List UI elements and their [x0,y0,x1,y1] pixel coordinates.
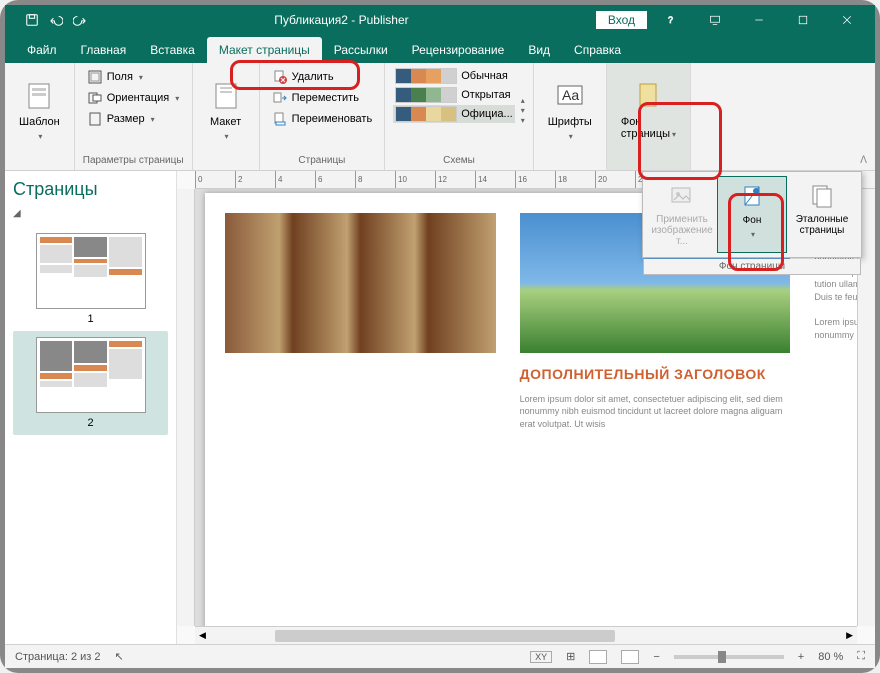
template-button[interactable]: Шаблон▾ [13,67,66,153]
menu-home[interactable]: Главная [69,37,139,63]
move-page-button[interactable]: Переместить [268,88,377,108]
view-single-icon[interactable] [589,650,607,664]
ruler-vertical [177,189,195,626]
page-indicator[interactable]: Страница: 2 из 2 [15,651,101,663]
menu-insert[interactable]: Вставка [138,37,207,63]
page-navigation-pane: Страницы ◢ 1 2 [5,171,177,644]
layout-button[interactable]: Макет▾ [201,67,251,153]
body-text-1: Lorem ipsum dolor sit amet, consectetuer… [520,393,791,431]
ribbon: Шаблон▾ Поля▾ Ориентация▾ Размер▾ Параме… [5,63,875,171]
coords-icon: XY [530,651,552,663]
help-icon[interactable]: ? [651,6,691,34]
scheme-open[interactable]: Открытая [393,86,514,104]
scheme-normal[interactable]: Обычная [393,67,514,85]
menu-file[interactable]: Файл [15,37,69,63]
window-title: Публикация2 - Publisher [87,13,596,27]
scrollbar-horizontal[interactable]: ◀▶ [195,626,857,644]
scheme-scroll-up-icon[interactable]: ▴ [521,96,525,105]
zoom-in-icon[interactable]: + [798,651,804,663]
canvas-area: 02468101214161820222426 ДОПОЛНИТЕЛЬНЫЙ З… [177,171,875,644]
view-spread-icon[interactable] [621,650,639,664]
minimize-icon[interactable] [739,6,779,34]
collapse-ribbon-icon[interactable]: ᐱ [860,155,867,166]
scheme-official[interactable]: Официа... [393,105,514,123]
schemes-group-label: Схемы [393,153,525,168]
titlebar: Публикация2 - Publisher Вход ? [5,5,875,35]
menu-review[interactable]: Рецензирование [400,37,517,63]
zoom-slider[interactable] [674,655,784,659]
size-icon: ⊞ [566,650,575,663]
save-icon[interactable] [25,13,39,27]
template-label: Шаблон [19,116,60,128]
zoom-out-icon[interactable]: − [653,651,659,663]
master-pages-button[interactable]: Эталонные страницы [787,176,857,253]
margins-button[interactable]: Поля▾ [83,67,183,87]
redo-icon[interactable] [73,13,87,27]
workspace: Страницы ◢ 1 2 02468101214161820222426 [5,171,875,644]
menubar: Файл Главная Вставка Макет страницы Расс… [5,35,875,63]
page-thumb-1[interactable]: 1 [13,227,168,331]
heading-1: ДОПОЛНИТЕЛЬНЫЙ ЗАГОЛОВОК [520,365,791,385]
undo-icon[interactable] [49,13,63,27]
pages-group-label: Страницы [268,153,377,168]
login-button[interactable]: Вход [596,11,647,29]
nav-collapse-icon[interactable]: ◢ [13,208,168,219]
fonts-button[interactable]: Aa Шрифты▾ [542,67,598,153]
apply-image-button: Применить изображение т... [647,176,717,253]
menu-help[interactable]: Справка [562,37,633,63]
cursor-icon: ↖ [115,650,124,663]
app-window: Публикация2 - Publisher Вход ? Файл Глав… [5,5,875,668]
svg-text:?: ? [668,15,673,25]
nav-title: Страницы [13,179,168,200]
close-icon[interactable] [827,6,867,34]
page-params-label: Параметры страницы [83,153,184,168]
delete-page-button[interactable]: Удалить [268,67,377,87]
page-background-button[interactable]: Фонстраницы▾ [615,67,682,153]
scheme-scroll-down-icon[interactable]: ▾ [521,106,525,115]
ribbon-options-icon[interactable] [695,6,735,34]
dropdown-footer: Фон страницы [643,259,861,275]
background-button[interactable]: Фон▾ [717,176,787,253]
body-text-3: Lorem ipsum dolor sit amet, consectetuer… [814,316,857,341]
scheme-more-icon[interactable]: ▾ [521,116,525,125]
zoom-level[interactable]: 80 % [818,651,843,663]
menu-view[interactable]: Вид [516,37,562,63]
background-dropdown: Применить изображение т... Фон▾ Эталонны… [642,171,862,258]
menu-mailings[interactable]: Рассылки [322,37,400,63]
size-button[interactable]: Размер▾ [83,109,183,129]
orientation-button[interactable]: Ориентация▾ [83,88,183,108]
menu-page-layout[interactable]: Макет страницы [207,37,322,63]
page-thumb-2[interactable]: 2 [13,331,168,435]
svg-text:Aa: Aa [562,87,579,103]
image-library [225,213,496,353]
maximize-icon[interactable] [783,6,823,34]
fit-page-icon[interactable]: ⛶ [857,650,865,663]
rename-page-button[interactable]: Переименовать [268,109,377,129]
statusbar: Страница: 2 из 2 ↖ XY ⊞ − + 80 % ⛶ [5,644,875,668]
